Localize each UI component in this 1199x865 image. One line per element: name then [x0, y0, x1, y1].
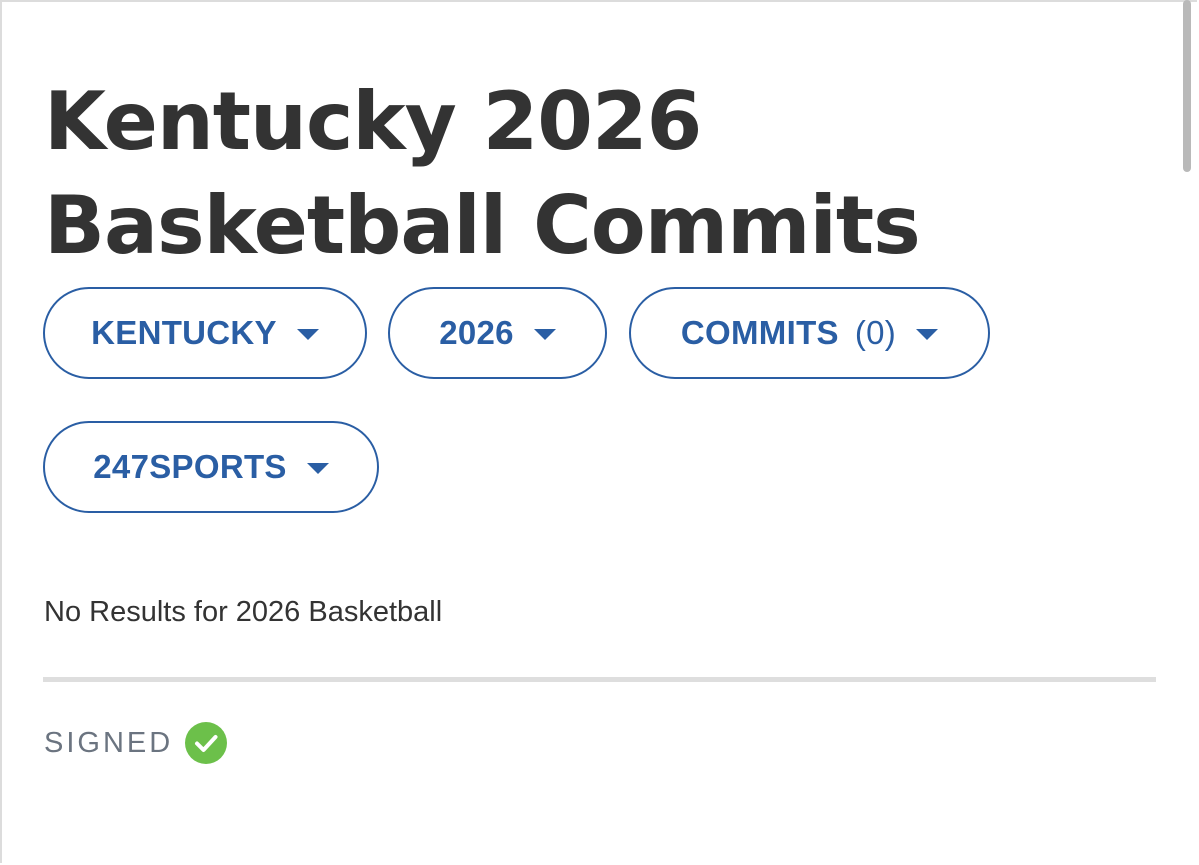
year-filter-label: 2026	[439, 314, 514, 351]
divider	[43, 677, 1156, 682]
school-filter-button[interactable]: KENTUCKY	[43, 287, 367, 379]
check-circle-icon	[185, 722, 228, 764]
school-filter-label: KENTUCKY	[91, 314, 277, 351]
caret-down-icon	[306, 462, 329, 474]
year-filter-button[interactable]: 2026	[388, 287, 607, 379]
commits-filter-button[interactable]: COMMITS (0)	[629, 287, 990, 379]
signed-section-header: SIGNED	[44, 722, 228, 764]
caret-down-icon	[533, 328, 556, 340]
signed-label: SIGNED	[44, 726, 174, 759]
scrollbar[interactable]	[1183, 0, 1191, 172]
source-filter-label: 247SPORTS	[93, 448, 287, 485]
commits-count: (0)	[854, 314, 897, 351]
page-title: Kentucky 2026 Basketball Commits	[44, 75, 921, 272]
caret-down-icon	[916, 328, 939, 340]
source-filter-button[interactable]: 247SPORTS	[43, 421, 379, 513]
caret-down-icon	[296, 328, 319, 340]
commits-filter-label: COMMITS	[680, 314, 839, 351]
no-results-message: No Results for 2026 Basketball	[44, 596, 443, 628]
